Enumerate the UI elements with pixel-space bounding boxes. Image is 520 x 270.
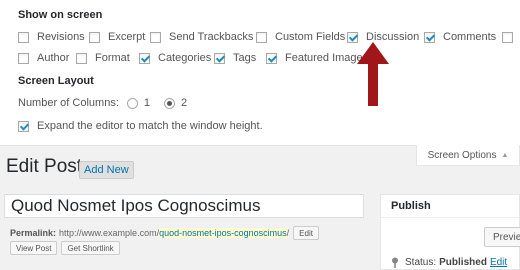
- format-checkbox[interactable]: [76, 52, 87, 64]
- view-post-button[interactable]: View Post: [10, 241, 58, 255]
- expand-editor-label: Expand the editor to match the window he…: [37, 120, 263, 132]
- featured-image-label: Featured Image: [285, 52, 363, 64]
- columns-1-radio[interactable]: [126, 97, 138, 109]
- custom-fields-option[interactable]: Custom Fields: [256, 29, 345, 45]
- revisions-option[interactable]: Revisions: [18, 29, 85, 45]
- screen-options-tab-label: Screen Options: [427, 149, 497, 161]
- status-label: Status:: [405, 257, 437, 268]
- categories-checkbox[interactable]: [139, 52, 150, 64]
- send-trackbacks-option[interactable]: Send Trackbacks: [150, 29, 253, 45]
- author-label: Author: [37, 52, 70, 64]
- get-shortlink-button[interactable]: Get Shortlink: [61, 241, 120, 255]
- columns-row: Number of Columns: 1 2: [18, 95, 187, 111]
- post-title-input[interactable]: Quod Nosmet Ipos Cognoscimus: [4, 194, 364, 218]
- format-option[interactable]: Format: [76, 50, 130, 66]
- comments-option[interactable]: Comments: [424, 29, 496, 45]
- excerpt-option[interactable]: Excerpt: [89, 29, 145, 45]
- featured-image-checkbox[interactable]: [266, 52, 277, 64]
- page-title: Edit Post: [6, 156, 83, 177]
- screen-options-tab[interactable]: Screen Options ▲: [416, 145, 520, 166]
- custom-fields-checkbox[interactable]: [256, 31, 267, 43]
- tags-option[interactable]: Tags: [214, 50, 256, 66]
- pin-icon: [392, 257, 398, 268]
- columns-label: Number of Columns:: [18, 97, 119, 109]
- slug-option[interactable]: S: [502, 29, 520, 45]
- categories-label: Categories: [158, 52, 212, 64]
- custom-fields-label: Custom Fields: [275, 31, 346, 43]
- author-checkbox[interactable]: [18, 52, 29, 64]
- featured-image-option[interactable]: Featured Image: [266, 50, 363, 66]
- excerpt-checkbox[interactable]: [89, 31, 100, 43]
- expand-editor-checkbox[interactable]: [18, 120, 29, 132]
- publish-box: Publish Previe Status: Published Edit: [380, 194, 520, 270]
- status-line: Status: Published Edit: [391, 257, 507, 268]
- permalink-row: Permalink: http://www.example.com/ quod-…: [10, 226, 319, 240]
- revisions-checkbox[interactable]: [18, 31, 29, 43]
- tags-label: Tags: [233, 52, 257, 64]
- slug-checkbox[interactable]: [502, 31, 513, 43]
- caret-up-icon: ▲: [501, 151, 509, 159]
- tags-checkbox[interactable]: [214, 52, 225, 64]
- columns-2-label: 2: [181, 97, 188, 109]
- discussion-checkbox[interactable]: [347, 31, 358, 43]
- comments-label: Comments: [443, 31, 497, 43]
- screen-layout-heading: Screen Layout: [18, 75, 94, 87]
- excerpt-label: Excerpt: [108, 31, 146, 43]
- screen-options-panel: Show on screen Revisions Excerpt Send Tr…: [0, 0, 520, 146]
- preview-button[interactable]: Previe: [484, 227, 520, 247]
- permalink-edit-button[interactable]: Edit: [293, 226, 319, 240]
- publish-title: Publish: [391, 200, 431, 212]
- format-label: Format: [95, 52, 130, 64]
- permalink-slug[interactable]: quod-nosmet-ipos-cognoscimus: [159, 228, 287, 238]
- status-value: Published: [439, 257, 487, 268]
- status-edit-link[interactable]: Edit: [490, 257, 507, 268]
- permalink-base: http://www.example.com/: [59, 228, 160, 238]
- annotation-arrow-icon: [357, 42, 389, 106]
- expand-editor-option[interactable]: Expand the editor to match the window he…: [18, 118, 263, 134]
- send-trackbacks-label: Send Trackbacks: [169, 31, 254, 43]
- show-on-screen-heading: Show on screen: [18, 9, 103, 21]
- revisions-label: Revisions: [37, 31, 85, 43]
- add-new-button[interactable]: Add New: [79, 161, 134, 179]
- categories-option[interactable]: Categories: [139, 50, 211, 66]
- permalink-trailing: /: [286, 228, 290, 238]
- publish-divider: [381, 217, 519, 218]
- comments-checkbox[interactable]: [424, 31, 435, 43]
- send-trackbacks-checkbox[interactable]: [150, 31, 161, 43]
- columns-1-label: 1: [143, 97, 150, 109]
- author-option[interactable]: Author: [18, 50, 69, 66]
- columns-2-radio[interactable]: [164, 97, 175, 109]
- permalink-actions: View Post Get Shortlink: [10, 241, 120, 255]
- permalink-label: Permalink:: [10, 228, 57, 238]
